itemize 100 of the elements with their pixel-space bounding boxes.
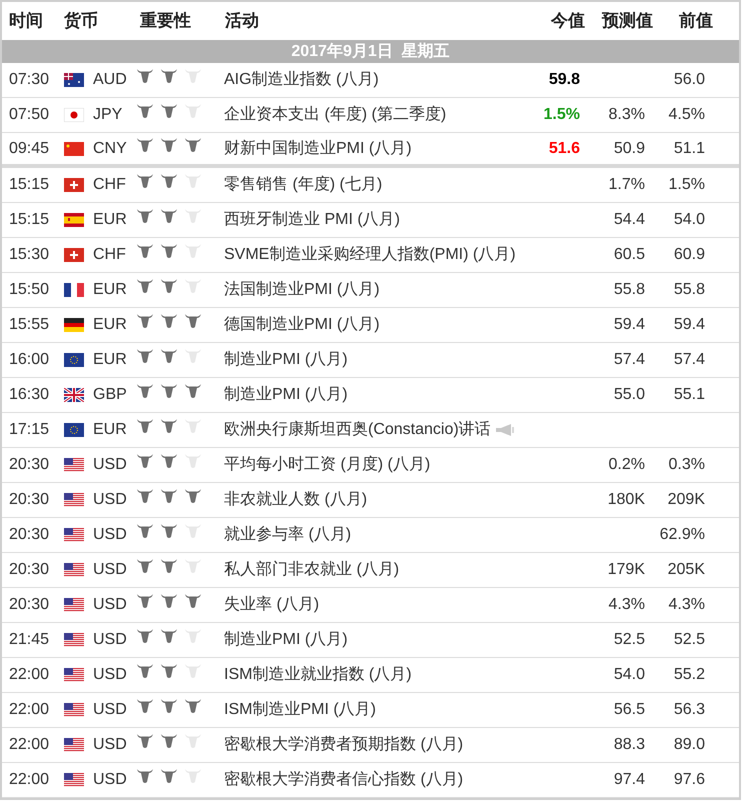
- time-cell-text: 07:30: [8, 70, 50, 90]
- time-cell-text: 09:45: [8, 138, 50, 158]
- flag-icon: [64, 283, 84, 297]
- event-name: 法国制造业PMI (八月): [224, 280, 380, 300]
- event-row[interactable]: 22:00 USD 密歇根大学消费者信心指数 (八月) 97.4 97.6: [2, 763, 739, 798]
- event-name: 企业资本支出 (年度) (第二季度): [224, 104, 446, 125]
- event-row[interactable]: 07:50 JPY 企业资本支出 (年度) (第二季度) 1.5% 8.3% 4.5%: [2, 98, 739, 133]
- bull-icon: [184, 136, 202, 152]
- previous-value: 97.6: [674, 770, 705, 790]
- flag-icon: [64, 668, 84, 682]
- previous-value: 56.3: [674, 700, 705, 720]
- actual-value: 1.5%: [544, 105, 580, 125]
- event-row[interactable]: 16:30 GBP 制造业PMI (八月) 55.0 55.1: [2, 378, 739, 413]
- previous-value: 1.5%: [668, 175, 705, 195]
- bull-icon: [136, 488, 154, 504]
- actual-value: 51.6: [548, 138, 580, 158]
- bull-icon: [136, 278, 154, 294]
- event-row[interactable]: 21:45 USD 制造业PMI (八月) 52.5 52.5: [2, 623, 739, 658]
- event-name: ISM制造业PMI (八月): [224, 700, 376, 720]
- flag-icon: [64, 633, 84, 647]
- event-row[interactable]: 15:55 EUR 德国制造业PMI (八月) 59.4 59.4: [2, 308, 739, 343]
- bull-icon: [184, 383, 202, 399]
- event-name: SVME制造业采购经理人指数(PMI) (八月): [224, 244, 516, 265]
- column-header: 时间: [8, 10, 44, 32]
- forecast-value: 179K: [608, 560, 645, 580]
- column-header: 预测值: [600, 10, 653, 32]
- previous-value: 0.3%: [668, 455, 705, 475]
- previous-value: 55.8: [674, 280, 705, 300]
- event-row[interactable]: 22:00 USD ISM制造业PMI (八月) 56.5 56.3: [2, 693, 739, 728]
- currency-cell-text: AUD: [93, 70, 128, 90]
- event-row[interactable]: 16:00 EUR 制造业PMI (八月) 57.4 57.4: [2, 343, 739, 378]
- bull-icon: [160, 768, 178, 784]
- currency-cell-text: USD: [93, 595, 128, 615]
- flag-icon: [64, 388, 84, 402]
- bull-icon: [160, 208, 178, 224]
- bull-icon: [184, 698, 202, 714]
- currency-cell-text: EUR: [93, 350, 128, 370]
- event-row[interactable]: 09:45 CNY 财新中国制造业PMI (八月) 51.6 50.9 51.1: [2, 133, 739, 168]
- forecast-value: 88.3: [614, 735, 645, 755]
- event-row[interactable]: 20:30 USD 非农就业人数 (八月) 180K 209K: [2, 483, 739, 518]
- event-row[interactable]: 15:15 CHF 零售销售 (年度) (七月) 1.7% 1.5%: [2, 168, 739, 203]
- time-cell-text: 16:00: [8, 350, 50, 370]
- time-cell-text: 22:00: [8, 700, 50, 720]
- bull-icon: [160, 103, 178, 119]
- currency-cell-text: CHF: [93, 175, 127, 195]
- event-row[interactable]: 20:30 USD 平均每小时工资 (月度) (八月) 0.2% 0.3%: [2, 448, 739, 483]
- column-header: 今值: [550, 10, 585, 32]
- flag-icon: [64, 73, 84, 87]
- bull-icon: [160, 523, 178, 539]
- flag-icon: [64, 178, 84, 192]
- flag-icon: [64, 528, 84, 542]
- currency-cell-text: USD: [93, 630, 128, 650]
- bull-icon: [160, 418, 178, 434]
- bull-icon: [136, 348, 154, 364]
- previous-value: 59.4: [674, 315, 705, 335]
- bull-icon: [136, 593, 154, 609]
- event-row[interactable]: 15:50 EUR 法国制造业PMI (八月) 55.8 55.8: [2, 273, 739, 308]
- previous-value: 4.3%: [668, 595, 705, 615]
- flag-icon: [64, 493, 84, 507]
- event-row[interactable]: 15:30 CHF SVME制造业采购经理人指数(PMI) (八月) 60.5 60.9: [2, 238, 739, 273]
- event-name: 制造业PMI (八月): [224, 350, 348, 370]
- event-row[interactable]: 22:00 USD 密歇根大学消费者预期指数 (八月) 88.3 89.0: [2, 728, 739, 763]
- flag-icon: [64, 213, 84, 227]
- column-header: 前值: [678, 10, 713, 32]
- time-cell-text: 20:30: [8, 595, 50, 615]
- previous-value: 205K: [668, 560, 705, 580]
- event-row[interactable]: 20:30 USD 私人部门非农就业 (八月) 179K 205K: [2, 553, 739, 588]
- event-row[interactable]: 22:00 USD ISM制造业就业指数 (八月) 54.0 55.2: [2, 658, 739, 693]
- bull-icon: [160, 243, 178, 259]
- column-header: 货币: [63, 10, 99, 32]
- time-cell-text: 15:15: [8, 210, 50, 230]
- time-cell-text: 20:30: [8, 455, 50, 475]
- event-name: 制造业PMI (八月): [224, 630, 348, 650]
- event-name: 平均每小时工资 (月度) (八月): [224, 454, 430, 475]
- forecast-value: 54.0: [614, 665, 645, 685]
- flag-icon: [64, 703, 84, 717]
- time-cell-text: 20:30: [8, 490, 50, 510]
- bull-icon: [136, 698, 154, 714]
- bull-icon: [184, 488, 202, 504]
- event-name: ISM制造业就业指数 (八月): [224, 664, 412, 685]
- previous-value: 209K: [668, 490, 705, 510]
- flag-icon: [64, 458, 84, 472]
- previous-value: 89.0: [674, 735, 705, 755]
- column-header: 重要性: [139, 10, 192, 32]
- previous-value: 55.2: [674, 665, 705, 685]
- bull-icon: [136, 628, 154, 644]
- forecast-value: 55.0: [614, 385, 645, 405]
- event-row[interactable]: 20:30 USD 就业参与率 (八月) 62.9%: [2, 518, 739, 553]
- bull-icon: [160, 453, 178, 469]
- bull-icon: [184, 593, 202, 609]
- event-row[interactable]: 15:15 EUR 西班牙制造业 PMI (八月) 54.4 54.0: [2, 203, 739, 238]
- bull-icon: [160, 698, 178, 714]
- time-cell-text: 21:45: [8, 630, 50, 650]
- time-cell-text: 07:50: [8, 105, 50, 125]
- event-row[interactable]: 20:30 USD 失业率 (八月) 4.3% 4.3%: [2, 588, 739, 623]
- flag-icon: [64, 108, 84, 122]
- event-row[interactable]: 07:30 AUD AIG制造业指数 (八月) 59.8 56.0: [2, 63, 739, 98]
- currency-cell-text: USD: [93, 700, 128, 720]
- previous-value: 56.0: [674, 70, 705, 90]
- event-row[interactable]: 17:15 EUR 欧洲央行康斯坦西奥(Constancio)讲话: [2, 413, 739, 448]
